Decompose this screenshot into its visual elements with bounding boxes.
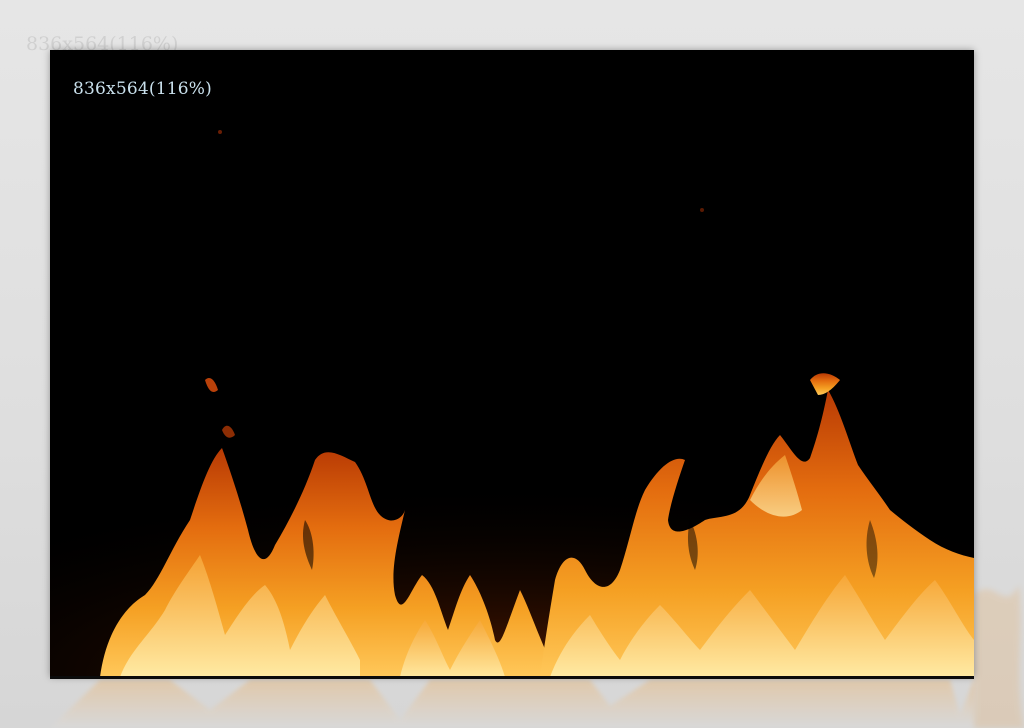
flame-image bbox=[50, 50, 974, 677]
viewer-bottom-edge bbox=[50, 676, 974, 679]
image-viewer-page: 836x564(116%) 836x564(116%) bbox=[0, 0, 1024, 728]
image-canvas[interactable]: 836x564(116%) bbox=[50, 50, 974, 677]
side-flame-glow bbox=[974, 555, 1024, 728]
image-size-label: 836x564(116%) bbox=[73, 79, 212, 99]
viewer-reflection bbox=[50, 680, 974, 728]
